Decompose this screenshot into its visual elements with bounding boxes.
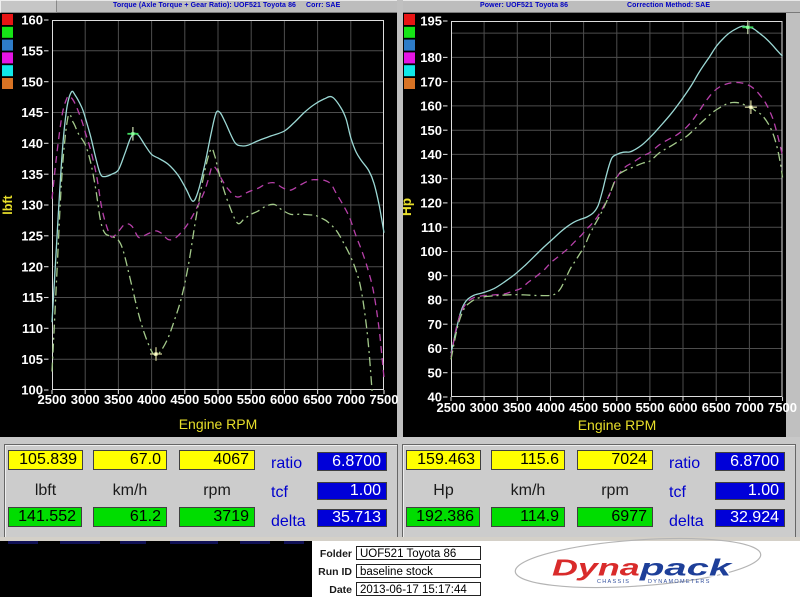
svg-text:195: 195 [420, 14, 442, 29]
svg-text:7500: 7500 [370, 392, 399, 407]
svg-text:110: 110 [421, 220, 442, 235]
svg-text:150: 150 [21, 74, 43, 89]
svg-text:180: 180 [420, 50, 442, 65]
svg-text:Dyna: Dyna [552, 556, 640, 581]
svg-text:120: 120 [21, 259, 43, 274]
svg-text:130: 130 [21, 198, 43, 213]
svg-text:2500: 2500 [38, 392, 67, 407]
svg-text:145: 145 [21, 105, 43, 120]
svg-text:60: 60 [428, 341, 442, 356]
svg-text:130: 130 [420, 171, 442, 186]
svg-text:Engine RPM: Engine RPM [179, 416, 258, 432]
svg-text:lbft: lbft [1, 194, 15, 214]
svg-text:7000: 7000 [336, 392, 365, 407]
svg-text:150: 150 [420, 123, 442, 138]
svg-text:6000: 6000 [669, 400, 698, 415]
svg-text:Hp: Hp [403, 198, 414, 216]
svg-text:6000: 6000 [270, 392, 299, 407]
svg-text:125: 125 [21, 229, 43, 244]
svg-text:5000: 5000 [204, 392, 233, 407]
svg-text:135: 135 [21, 167, 43, 182]
svg-text:115: 115 [22, 290, 43, 305]
svg-text:140: 140 [21, 136, 43, 151]
svg-text:70: 70 [428, 317, 442, 332]
svg-text:7000: 7000 [735, 400, 764, 415]
svg-text:100: 100 [420, 244, 442, 259]
svg-text:4500: 4500 [170, 392, 199, 407]
svg-text:3500: 3500 [503, 400, 532, 415]
svg-text:pack: pack [639, 554, 734, 580]
svg-text:110: 110 [22, 321, 43, 336]
svg-text:105: 105 [21, 352, 43, 367]
svg-text:5500: 5500 [635, 400, 664, 415]
svg-text:3500: 3500 [104, 392, 133, 407]
svg-text:5000: 5000 [602, 400, 631, 415]
svg-text:120: 120 [420, 196, 442, 211]
svg-text:Engine RPM: Engine RPM [578, 417, 657, 433]
svg-text:2500: 2500 [437, 400, 466, 415]
svg-text:140: 140 [420, 147, 442, 162]
svg-text:DYNAMOMETERS: DYNAMOMETERS [648, 579, 711, 585]
svg-text:4000: 4000 [536, 400, 565, 415]
svg-text:4500: 4500 [569, 400, 598, 415]
svg-text:CHASSIS: CHASSIS [597, 579, 630, 585]
svg-text:50: 50 [428, 365, 442, 380]
svg-text:4000: 4000 [137, 392, 166, 407]
svg-text:80: 80 [428, 293, 442, 308]
svg-text:90: 90 [428, 268, 442, 283]
svg-text:155: 155 [21, 44, 43, 59]
svg-text:7500: 7500 [768, 400, 797, 415]
svg-text:6500: 6500 [303, 392, 332, 407]
svg-text:3000: 3000 [470, 400, 499, 415]
svg-text:6500: 6500 [702, 400, 731, 415]
svg-text:160: 160 [21, 13, 43, 28]
svg-text:3000: 3000 [71, 392, 100, 407]
svg-text:170: 170 [420, 74, 442, 89]
svg-text:5500: 5500 [237, 392, 266, 407]
svg-text:160: 160 [420, 99, 442, 114]
